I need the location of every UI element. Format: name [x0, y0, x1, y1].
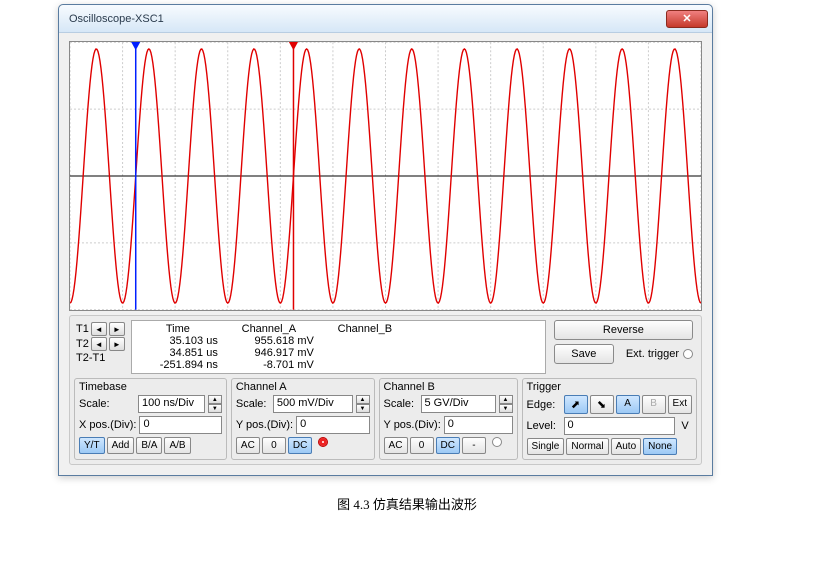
- t2-label: T2: [76, 338, 89, 350]
- t2-right-button[interactable]: ►: [109, 337, 125, 351]
- diff-chb: [320, 359, 410, 371]
- tb-scale-input[interactable]: 100 ns/Div: [138, 395, 205, 413]
- right-buttons: Reverse Save Ext. trigger: [550, 320, 697, 364]
- control-panel: T1 ◄ ► T2 ◄ ► T2-T1 Time Channel_A Chann…: [69, 315, 702, 465]
- tb-xpos-input[interactable]: 0: [139, 416, 221, 434]
- chb-ac-button[interactable]: AC: [384, 437, 408, 454]
- channel-a-group: Channel A Scale: 500 mV/Div ▲▼ Y pos.(Di…: [231, 378, 375, 460]
- close-button[interactable]: ✕: [666, 10, 708, 28]
- titlebar: Oscilloscope-XSC1 ✕: [59, 5, 712, 33]
- hdr-time: Time: [138, 323, 218, 335]
- tb-xpos-label: X pos.(Div):: [79, 419, 136, 431]
- mode-ba-button[interactable]: B/A: [136, 437, 162, 454]
- cha-dc-button[interactable]: DC: [288, 437, 312, 454]
- tb-scale-label: Scale:: [79, 398, 135, 410]
- t2t1-label: T2-T1: [76, 352, 105, 364]
- trig-none-button[interactable]: None: [643, 438, 677, 455]
- trigger-group: Trigger Edge: ⬈ ⬊ A B Ext Level: 0 V Sin…: [522, 378, 697, 460]
- ext-trigger-label: Ext. trigger: [626, 348, 679, 360]
- chb-zero-button[interactable]: 0: [410, 437, 434, 454]
- window-title: Oscilloscope-XSC1: [69, 13, 666, 25]
- t2-chb: [320, 347, 410, 359]
- t1-chb: [320, 335, 410, 347]
- t1-right-button[interactable]: ►: [109, 322, 125, 336]
- cha-zero-button[interactable]: 0: [262, 437, 286, 454]
- mode-add-button[interactable]: Add: [107, 437, 135, 454]
- chb-scale-input[interactable]: 5 GV/Div: [421, 395, 496, 413]
- t2-left-button[interactable]: ◄: [91, 337, 107, 351]
- cha-ac-button[interactable]: AC: [236, 437, 260, 454]
- close-icon: ✕: [682, 12, 691, 25]
- edge-rise-button[interactable]: ⬈: [564, 395, 588, 414]
- cha-title: Channel A: [236, 381, 370, 393]
- trig-edge-label: Edge:: [527, 399, 561, 411]
- groups-row: Timebase Scale: 100 ns/Div ▲▼ X pos.(Div…: [74, 378, 697, 460]
- channel-b-group: Channel B Scale: 5 GV/Div ▲▼ Y pos.(Div)…: [379, 378, 518, 460]
- trig-title: Trigger: [527, 381, 692, 393]
- cha-ypos-input[interactable]: 0: [296, 416, 369, 434]
- cursor-readout-row: T1 ◄ ► T2 ◄ ► T2-T1 Time Channel_A Chann…: [74, 320, 697, 374]
- scope-display: [69, 41, 702, 311]
- ext-trigger-radio[interactable]: [683, 349, 693, 359]
- chb-scale-label: Scale:: [384, 398, 418, 410]
- chb-minus-button[interactable]: -: [462, 437, 486, 454]
- t2-time: 34.851 us: [138, 347, 218, 359]
- t1-left-button[interactable]: ◄: [91, 322, 107, 336]
- chb-ypos-label: Y pos.(Div):: [384, 419, 441, 431]
- hdr-chb: Channel_B: [320, 323, 410, 335]
- t1-label: T1: [76, 323, 89, 335]
- trig-level-input[interactable]: 0: [564, 417, 675, 435]
- cha-scale-up[interactable]: ▲: [356, 395, 370, 404]
- cursor-table: Time Channel_A Channel_B 35.103 us 955.6…: [131, 320, 546, 374]
- timebase-title: Timebase: [79, 381, 222, 393]
- trig-level-label: Level:: [527, 420, 561, 432]
- cha-ypos-label: Y pos.(Div):: [236, 419, 293, 431]
- t1-time: 35.103 us: [138, 335, 218, 347]
- edge-a-button[interactable]: A: [616, 395, 640, 414]
- tb-scale-down[interactable]: ▼: [208, 404, 222, 413]
- edge-b-button[interactable]: B: [642, 395, 666, 414]
- figure-caption: 图 4.3 仿真结果输出波形: [0, 494, 814, 513]
- trig-single-button[interactable]: Single: [527, 438, 565, 455]
- cha-scale-input[interactable]: 500 mV/Div: [273, 395, 353, 413]
- chb-title: Channel B: [384, 381, 513, 393]
- waveform-plot: [70, 42, 701, 310]
- trig-auto-button[interactable]: Auto: [611, 438, 642, 455]
- oscilloscope-window: Oscilloscope-XSC1 ✕ T1 ◄ ► T2 ◄ ► T2-T1 …: [58, 4, 713, 476]
- reverse-button[interactable]: Reverse: [554, 320, 693, 340]
- mode-ab-button[interactable]: A/B: [164, 437, 190, 454]
- chb-scale-down[interactable]: ▼: [499, 404, 513, 413]
- chb-scale-up[interactable]: ▲: [499, 395, 513, 404]
- cha-scale-down[interactable]: ▼: [356, 404, 370, 413]
- mode-yt-button[interactable]: Y/T: [79, 437, 105, 454]
- edge-ext-button[interactable]: Ext: [668, 395, 692, 414]
- edge-fall-button[interactable]: ⬊: [590, 395, 614, 414]
- timebase-group: Timebase Scale: 100 ns/Div ▲▼ X pos.(Div…: [74, 378, 227, 460]
- trig-normal-button[interactable]: Normal: [566, 438, 608, 455]
- rise-icon: ⬈: [571, 399, 580, 411]
- diff-time: -251.894 ns: [138, 359, 218, 371]
- fall-icon: ⬊: [597, 399, 606, 411]
- cursor-nav: T1 ◄ ► T2 ◄ ► T2-T1: [74, 320, 127, 366]
- tb-scale-up[interactable]: ▲: [208, 395, 222, 404]
- trig-level-unit: V: [678, 420, 692, 432]
- chb-color-radio[interactable]: [492, 437, 502, 447]
- cha-color-radio[interactable]: [318, 437, 328, 447]
- t1-cha: 955.618 mV: [224, 335, 314, 347]
- t2-cha: 946.917 mV: [224, 347, 314, 359]
- chb-ypos-input[interactable]: 0: [444, 416, 513, 434]
- hdr-cha: Channel_A: [224, 323, 314, 335]
- cha-scale-label: Scale:: [236, 398, 270, 410]
- save-button[interactable]: Save: [554, 344, 614, 364]
- chb-dc-button[interactable]: DC: [436, 437, 460, 454]
- diff-cha: -8.701 mV: [224, 359, 314, 371]
